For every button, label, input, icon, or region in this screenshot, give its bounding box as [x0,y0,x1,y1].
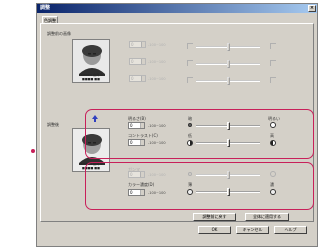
color-depth-low-label: 薄 [188,182,192,187]
before-caption: MOTHER 台湾 © ■■■■ ■■ [73,73,109,81]
brightness-value: 0 [130,123,133,128]
color-depth-label: カラー濃度(D) [128,182,155,187]
low-contrast-icon [187,140,193,146]
gamma-slider-thumb[interactable] [227,171,230,179]
ok-button[interactable]: OK [198,226,231,234]
top-spin-3-value: 0 [131,76,134,81]
contrast-spin[interactable]: 0 [128,139,145,146]
bright-circle-icon [270,122,276,128]
dark-circle-icon [188,123,192,127]
corner-icon [270,60,276,66]
gamma-range: -100~100 [148,173,166,177]
spin-arrows-icon[interactable] [141,59,145,64]
brightness-range: -100~100 [148,124,166,128]
top-spin-1-value: 0 [131,42,134,47]
title-bar: 調整 × [37,4,317,13]
spin-arrows-icon[interactable] [141,42,145,47]
original-image-label: 調整前の画像 [47,31,71,36]
corner-icon [270,77,276,83]
close-button[interactable]: × [308,5,316,12]
reset-button[interactable]: 調整前に戻す [193,213,236,221]
corner-icon [187,43,193,49]
color-depth-spin[interactable]: 0 [128,189,145,196]
color-depth-slider-thumb[interactable] [227,188,230,196]
cancel-button[interactable]: キャンセル [236,226,269,234]
window-title: 調整 [40,5,51,11]
contrast-range: -100~100 [148,141,166,145]
color-depth-range: -100~100 [148,191,166,195]
color-depth-value: 0 [130,190,133,195]
top-spin-2-value: 0 [131,59,134,64]
apply-all-button[interactable]: 全体に適用する [245,213,289,221]
corner-icon [187,60,193,66]
corner-icon [187,77,193,83]
top-slider-thumb-2[interactable] [227,60,230,68]
deep-color-icon [270,189,276,195]
adjustment-dialog: 調整 × 色調整 調整前の画像 MOTHER 台湾 © ■■■■ ■■ 0 -1… [36,3,318,247]
brightness-spin[interactable]: 0 [128,122,145,129]
gamma-value: 0 [130,172,133,177]
gamma-high-icon [270,171,276,177]
top-slider-thumb-3[interactable] [227,77,230,85]
spin-arrows-icon[interactable] [140,190,144,195]
contrast-slider-thumb[interactable] [227,139,230,147]
corner-icon [270,43,276,49]
brightness-high-label: 明るい [268,116,280,121]
contrast-value: 0 [130,140,133,145]
color-depth-high-label: 濃 [270,182,274,187]
top-range-1: -100~100 [148,43,166,47]
adjusted-label: 調整後 [47,122,59,127]
brightness-low-label: 暗 [188,116,192,121]
before-caption-line-2: ■■■■ ■■ [82,76,100,81]
gamma-low-icon [188,172,192,176]
contrast-high-label: 高 [270,133,274,138]
help-button[interactable]: ヘルプ [274,226,307,234]
spin-arrows-icon[interactable] [140,140,144,145]
top-spin-1[interactable]: 0 [129,41,146,48]
spin-arrows-icon[interactable] [140,172,144,177]
high-contrast-icon [270,140,276,146]
top-range-2: -100~100 [148,60,166,64]
top-spin-3[interactable]: 0 [129,75,146,82]
top-range-3: -100~100 [148,77,166,81]
top-slider-thumb-1[interactable] [227,43,230,51]
highlight-box-color [85,162,314,210]
brightness-slider-thumb[interactable] [227,122,230,130]
pointer-dot [31,149,35,153]
spin-arrows-icon[interactable] [140,123,144,128]
gamma-spin[interactable]: 0 [128,171,145,178]
contrast-low-label: 低 [188,133,192,138]
before-preview-image: MOTHER 台湾 © ■■■■ ■■ [72,39,110,83]
pale-color-icon [187,189,193,195]
tab-panel: 調整前の画像 MOTHER 台湾 © ■■■■ ■■ 0 -100~100 0 … [40,23,314,222]
top-spin-2[interactable]: 0 [129,58,146,65]
spin-arrows-icon[interactable] [141,76,145,81]
